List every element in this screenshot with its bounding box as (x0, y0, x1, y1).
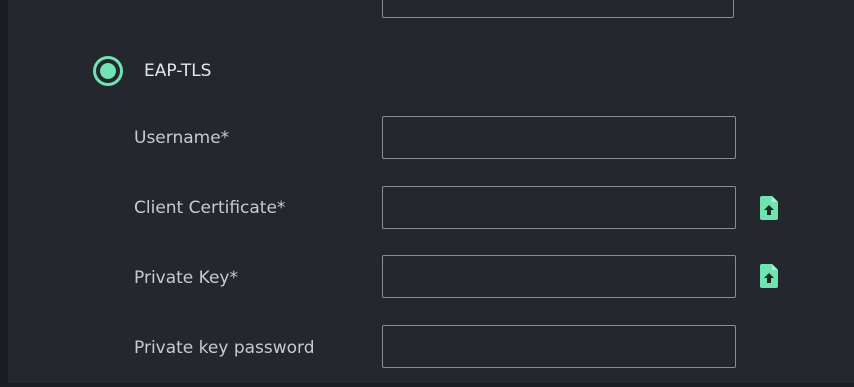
username-input[interactable] (382, 116, 736, 159)
private-key-input[interactable] (382, 255, 736, 298)
client-certificate-label: Client Certificate* (134, 198, 286, 218)
radio-selected-dot (100, 63, 116, 79)
bottom-edge-strip (0, 383, 854, 387)
left-edge-strip (0, 0, 8, 387)
eap-tls-radio[interactable] (91, 54, 125, 88)
radio-ring (93, 56, 123, 86)
private-key-password-label: Private key password (134, 338, 315, 358)
private-key-upload-icon[interactable] (760, 264, 778, 288)
client-certificate-upload-icon[interactable] (760, 196, 778, 220)
eap-tls-radio-label[interactable]: EAP-TLS (144, 59, 211, 83)
client-certificate-input[interactable] (382, 186, 736, 229)
eap-tls-settings-panel: EAP-TLS Username* Client Certificate* Pr… (0, 0, 854, 387)
private-key-password-input[interactable] (382, 325, 736, 368)
username-label: Username* (134, 128, 230, 148)
private-key-label: Private Key* (134, 268, 238, 288)
previous-field-input[interactable] (382, 0, 734, 18)
